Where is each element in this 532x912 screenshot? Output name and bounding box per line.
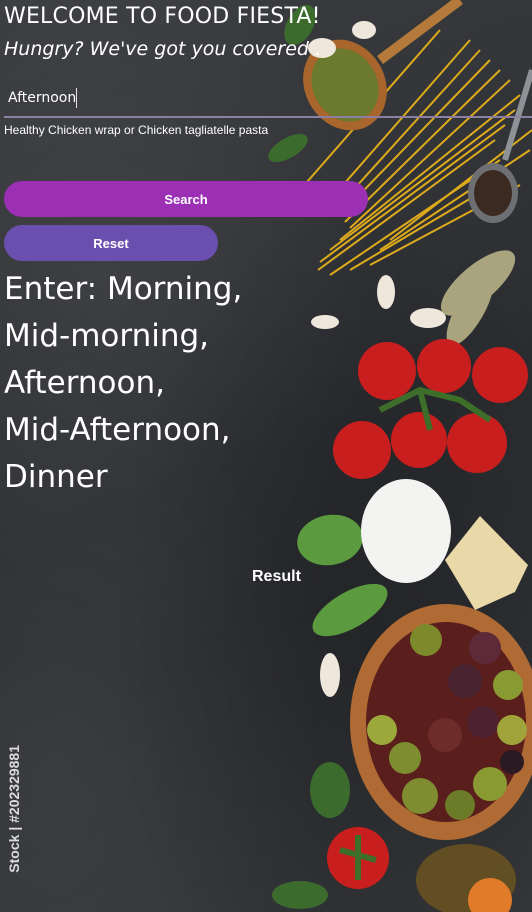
meal-time-input[interactable] xyxy=(4,80,532,116)
result-label: Result xyxy=(252,568,301,585)
instruction-line: Enter: Morning, xyxy=(4,271,243,307)
oil-bottle xyxy=(416,844,516,912)
app-title: WELCOME TO FOOD FIESTA! xyxy=(4,4,321,29)
app-subtitle: Hungry? We've got you covered . xyxy=(4,38,322,60)
olive-bowl xyxy=(350,604,532,840)
text-cursor xyxy=(76,88,77,108)
instruction-line: Mid-morning, xyxy=(4,318,210,354)
search-button[interactable]: Search xyxy=(4,181,368,217)
meal-suggestion: Healthy Chicken wrap or Chicken tagliate… xyxy=(4,123,269,137)
instruction-line: Dinner xyxy=(4,459,108,495)
instructions-text: Enter: Morning, Mid-morning, Afternoon, … xyxy=(4,266,264,501)
reset-button[interactable]: Reset xyxy=(4,225,218,261)
instruction-line: Afternoon, xyxy=(4,365,165,401)
stock-watermark: Stock | #202329881 xyxy=(6,745,22,873)
instruction-line: Mid-Afternoon, xyxy=(4,412,231,448)
meal-time-field[interactable] xyxy=(4,80,532,118)
